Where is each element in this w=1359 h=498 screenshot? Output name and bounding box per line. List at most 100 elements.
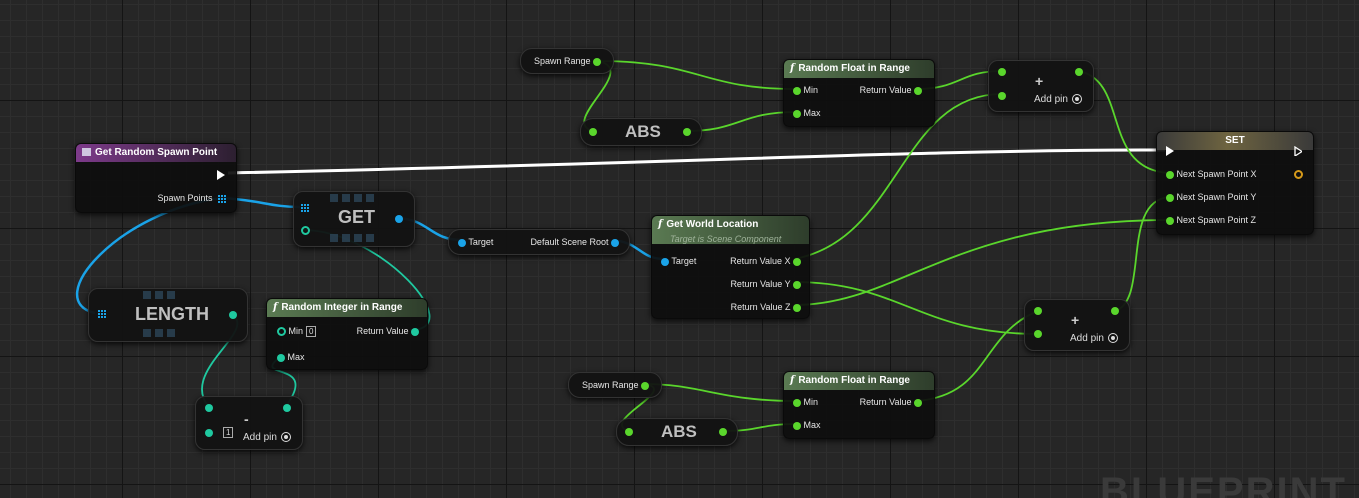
pin-label: Target bbox=[468, 237, 494, 247]
node-label: GET bbox=[338, 207, 376, 227]
pin-icon bbox=[661, 257, 669, 266]
abs-input-pin[interactable] bbox=[625, 428, 633, 436]
pin-label: Return Value bbox=[356, 326, 409, 336]
node-random-float-bottom[interactable]: f Random Float in Range Min Max Return Va… bbox=[783, 371, 935, 439]
set-output-pin[interactable] bbox=[1294, 170, 1303, 179]
add-pin-button[interactable]: Add pin bbox=[243, 432, 291, 443]
pin-next-spawn-point-y[interactable]: Next Spawn Point Y bbox=[1166, 191, 1256, 203]
pin-icon bbox=[793, 257, 801, 266]
array-input-pin[interactable] bbox=[301, 204, 309, 212]
exec-input-pin[interactable] bbox=[1166, 146, 1174, 156]
pin-min[interactable]: Min bbox=[793, 84, 818, 96]
node-get-world-location[interactable]: f Get World Location Target is Scene Compo… bbox=[651, 215, 810, 319]
wire-locy-to-add bbox=[793, 281, 1039, 335]
node-abs-top[interactable]: ABS bbox=[580, 118, 702, 146]
pin-icon bbox=[793, 421, 801, 430]
node-random-integer-in-range[interactable]: f Random Integer in Range Min 0 Max Return… bbox=[266, 298, 428, 370]
pin-spawn-range[interactable]: Spawn Range bbox=[534, 55, 602, 67]
pin-label: Min bbox=[803, 397, 819, 407]
node-spawn-range-top[interactable]: Spawn Range bbox=[520, 48, 614, 74]
node-title: Get World Location bbox=[666, 219, 759, 230]
node-subtract[interactable]: - 1 Add pin bbox=[195, 396, 303, 450]
pin-label: Return Value bbox=[859, 397, 912, 407]
pin-icon bbox=[914, 86, 922, 95]
exec-output-pin[interactable] bbox=[1294, 146, 1302, 156]
abs-input-pin[interactable] bbox=[589, 128, 597, 136]
pin-return-value[interactable]: Return Value bbox=[357, 325, 419, 337]
node-header: f Random Float in Range bbox=[784, 372, 934, 390]
subtract-value-field[interactable]: 1 bbox=[223, 427, 234, 438]
node-spawn-range-bottom[interactable]: Spawn Range bbox=[568, 372, 662, 398]
pin-label: Next Spawn Point Y bbox=[1176, 192, 1257, 202]
pin-icon bbox=[793, 109, 801, 118]
node-header: f Random Float in Range bbox=[784, 60, 934, 78]
function-icon: f bbox=[790, 63, 795, 74]
pin-icon bbox=[277, 353, 285, 362]
blueprint-graph-canvas[interactable]: Get Random Spawn Point Spawn Points GET … bbox=[0, 0, 1359, 498]
node-set[interactable]: SET Next Spawn Point X Next Spawn Point … bbox=[1156, 131, 1314, 235]
node-random-float-top[interactable]: f Random Float in Range Min Max Return Va… bbox=[783, 59, 935, 127]
add-output[interactable] bbox=[1075, 68, 1083, 76]
pin-label: Spawn Range bbox=[582, 380, 639, 390]
min-value-field[interactable]: 0 bbox=[306, 326, 317, 337]
node-title: Random Integer in Range bbox=[281, 302, 403, 313]
pin-return-value-y[interactable]: Return Value Y bbox=[730, 278, 801, 290]
add-input-a[interactable] bbox=[1034, 307, 1042, 315]
index-input-pin[interactable] bbox=[301, 226, 310, 235]
pin-min[interactable]: Min bbox=[793, 396, 818, 408]
pin-next-spawn-point-x[interactable]: Next Spawn Point X bbox=[1166, 168, 1257, 180]
abs-output-pin[interactable] bbox=[683, 128, 691, 136]
pin-return-value-x[interactable]: Return Value X bbox=[730, 255, 801, 267]
pin-target[interactable]: Target bbox=[661, 255, 696, 267]
subtract-input-a[interactable] bbox=[205, 404, 213, 412]
node-title: Random Float in Range bbox=[798, 375, 910, 386]
pin-max[interactable]: Max bbox=[793, 107, 821, 119]
pin-next-spawn-point-z[interactable]: Next Spawn Point Z bbox=[1166, 214, 1256, 226]
pin-label: Spawn Points bbox=[157, 193, 213, 203]
add-pin-button[interactable]: Add pin bbox=[1070, 333, 1118, 344]
pin-max[interactable]: Max bbox=[793, 419, 821, 431]
node-label: ABS bbox=[661, 422, 697, 441]
pin-icon bbox=[1166, 193, 1174, 202]
add-circle-icon bbox=[1107, 333, 1118, 344]
pin-return-value-z[interactable]: Return Value Z bbox=[731, 301, 801, 313]
node-abs-bottom[interactable]: ABS bbox=[616, 418, 738, 446]
pin-label: Return Value X bbox=[730, 256, 791, 266]
pin-max[interactable]: Max bbox=[277, 351, 305, 363]
add-input-b[interactable] bbox=[1034, 330, 1042, 338]
add-pin-button[interactable]: Add pin bbox=[1034, 94, 1082, 105]
subtract-output[interactable] bbox=[283, 404, 291, 412]
pin-target[interactable]: Target bbox=[458, 236, 493, 248]
node-get[interactable]: GET bbox=[293, 191, 415, 247]
pin-default-scene-root[interactable]: Default Scene Root bbox=[530, 236, 619, 248]
pin-return-value[interactable]: Return Value bbox=[860, 84, 922, 96]
add-input-a[interactable] bbox=[998, 68, 1006, 76]
node-get-random-spawn-point[interactable]: Get Random Spawn Point Spawn Points bbox=[75, 143, 237, 213]
add-output[interactable] bbox=[1111, 307, 1119, 315]
node-length[interactable]: LENGTH bbox=[88, 288, 248, 342]
node-add-bottom[interactable]: + Add pin bbox=[1024, 299, 1130, 351]
pin-label: Next Spawn Point Z bbox=[1176, 215, 1257, 225]
pin-label: Return Value bbox=[859, 85, 912, 95]
get-output-pin[interactable] bbox=[395, 215, 403, 223]
pin-return-value[interactable]: Return Value bbox=[860, 396, 922, 408]
node-header: f Get World Location Target is Scene Compo… bbox=[652, 216, 809, 244]
array-input-pin[interactable] bbox=[98, 310, 106, 318]
length-output-pin[interactable] bbox=[229, 311, 237, 319]
pin-spawn-range[interactable]: Spawn Range bbox=[582, 379, 650, 391]
exec-output-pin[interactable] bbox=[217, 170, 225, 180]
pin-min[interactable]: Min 0 bbox=[277, 325, 317, 337]
add-pin-label: Add pin bbox=[1034, 94, 1068, 105]
pin-label: Spawn Range bbox=[534, 56, 591, 66]
pin-spawn-points[interactable]: Spawn Points bbox=[157, 192, 226, 204]
node-default-scene-root[interactable]: Target Default Scene Root bbox=[448, 229, 630, 255]
node-label: ABS bbox=[625, 122, 661, 141]
add-input-b[interactable] bbox=[998, 92, 1006, 100]
abs-output-pin[interactable] bbox=[719, 428, 727, 436]
node-title: Get Random Spawn Point bbox=[95, 147, 218, 158]
pin-icon bbox=[1166, 216, 1174, 225]
wire-range-to-min2 bbox=[644, 383, 797, 402]
node-add-top[interactable]: + Add pin bbox=[988, 60, 1094, 112]
subtract-input-b[interactable] bbox=[205, 429, 213, 437]
add-pin-label: Add pin bbox=[1070, 333, 1104, 344]
